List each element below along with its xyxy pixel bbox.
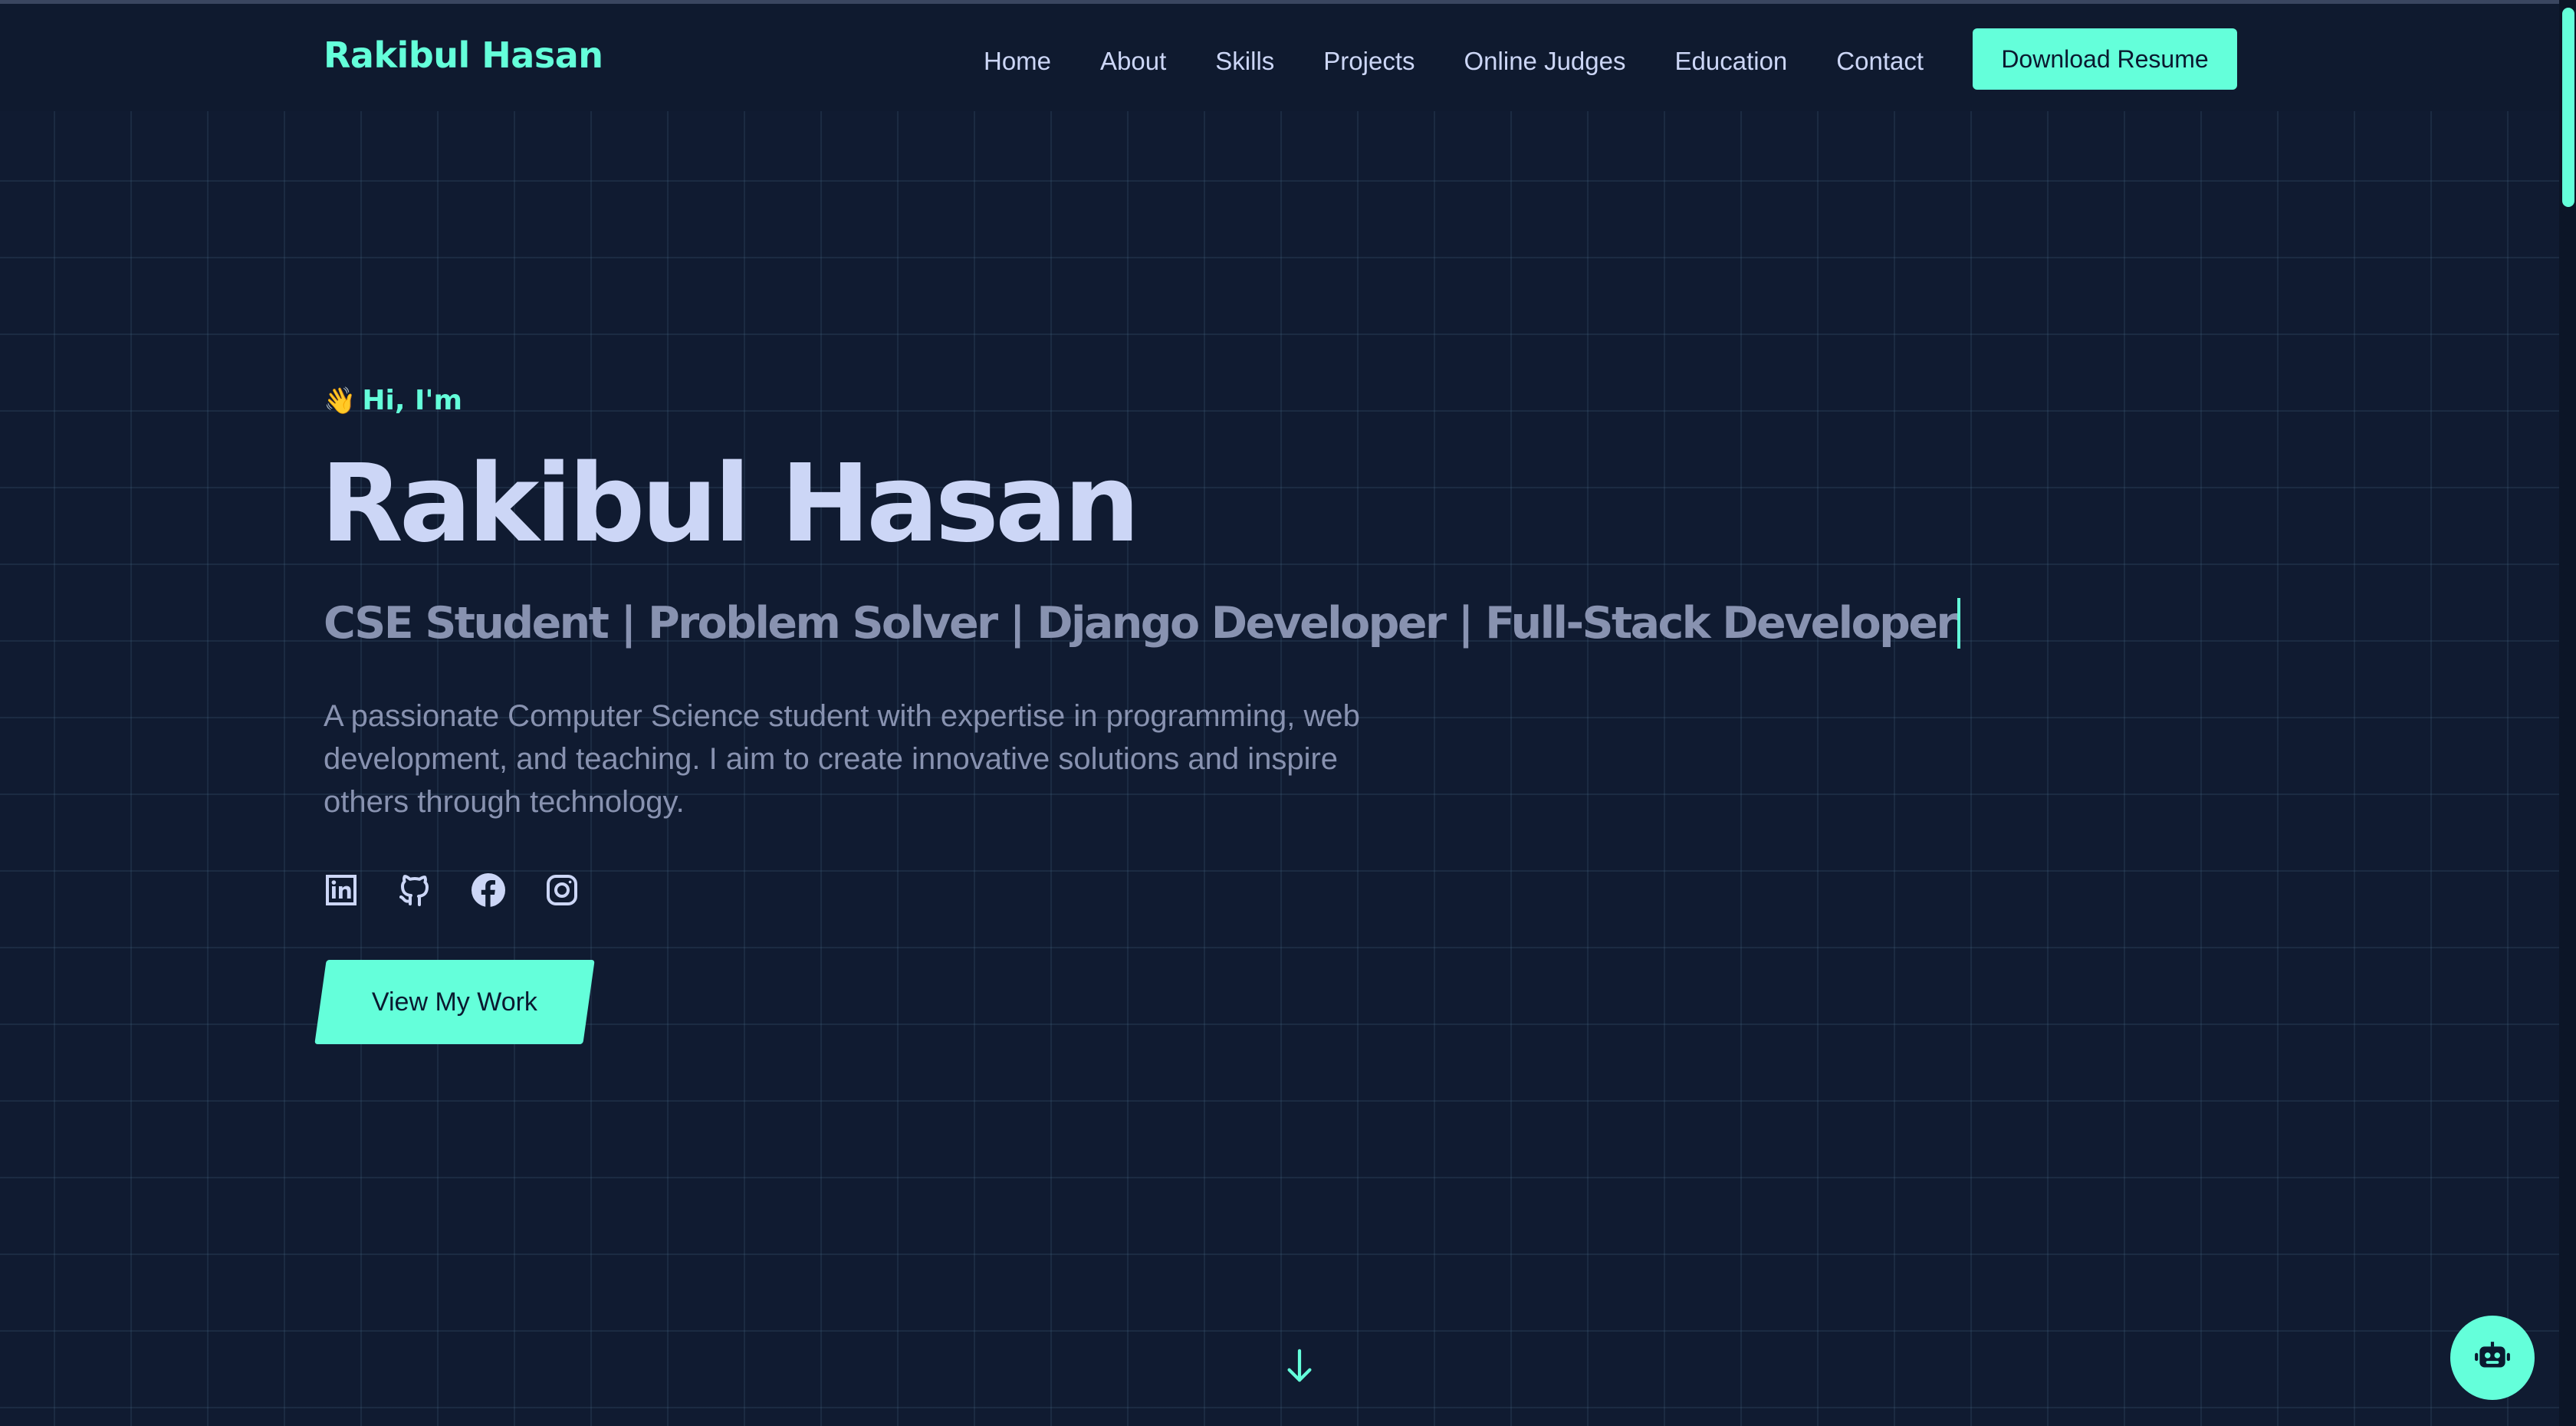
arrow-down-icon[interactable] — [1282, 1346, 1317, 1385]
view-my-work-button[interactable]: View My Work — [314, 960, 595, 1044]
navbar: Rakibul Hasan Home About Skills Projects… — [0, 4, 2559, 111]
greeting-text: Hi, I'm — [362, 385, 462, 416]
portfolio-page: Rakibul Hasan Home About Skills Projects… — [0, 0, 2576, 1426]
hero-greeting: 👋 Hi, I'm — [324, 385, 462, 416]
hero-description: A passionate Computer Science student wi… — [324, 699, 1360, 819]
brand-logo[interactable]: Rakibul Hasan — [324, 34, 603, 76]
robot-icon — [2475, 1342, 2510, 1368]
nav-link-about[interactable]: About — [1100, 47, 1166, 76]
instagram-icon[interactable] — [543, 871, 581, 909]
view-my-work-label: View My Work — [371, 987, 537, 1017]
hero-roles-typed: CSE Student | Problem Solver | Django De… — [324, 590, 1960, 656]
typing-caret — [1957, 598, 1960, 649]
chatbot-button[interactable] — [2450, 1316, 2535, 1400]
nav-link-contact[interactable]: Contact — [1836, 47, 1924, 76]
nav-link-projects[interactable]: Projects — [1323, 47, 1414, 76]
github-icon[interactable] — [396, 871, 434, 909]
waving-hand-icon: 👋 — [324, 385, 356, 416]
nav-link-skills[interactable]: Skills — [1215, 47, 1274, 76]
social-links — [322, 871, 616, 909]
scrollbar-thumb[interactable] — [2562, 8, 2574, 207]
hero-name: Rakibul Hasan — [320, 442, 1140, 567]
nav-link-education[interactable]: Education — [1675, 47, 1788, 76]
nav-links: Home About Skills Projects Online Judges… — [984, 42, 1973, 80]
nav-link-online-judges[interactable]: Online Judges — [1464, 47, 1626, 76]
download-resume-button[interactable]: Download Resume — [1973, 28, 2237, 90]
page-scrollbar[interactable] — [2559, 0, 2576, 1426]
facebook-icon[interactable] — [469, 871, 508, 909]
roles-text: CSE Student | Problem Solver | Django De… — [324, 598, 1958, 649]
linkedin-icon[interactable] — [322, 871, 360, 909]
nav-link-home[interactable]: Home — [984, 47, 1051, 76]
